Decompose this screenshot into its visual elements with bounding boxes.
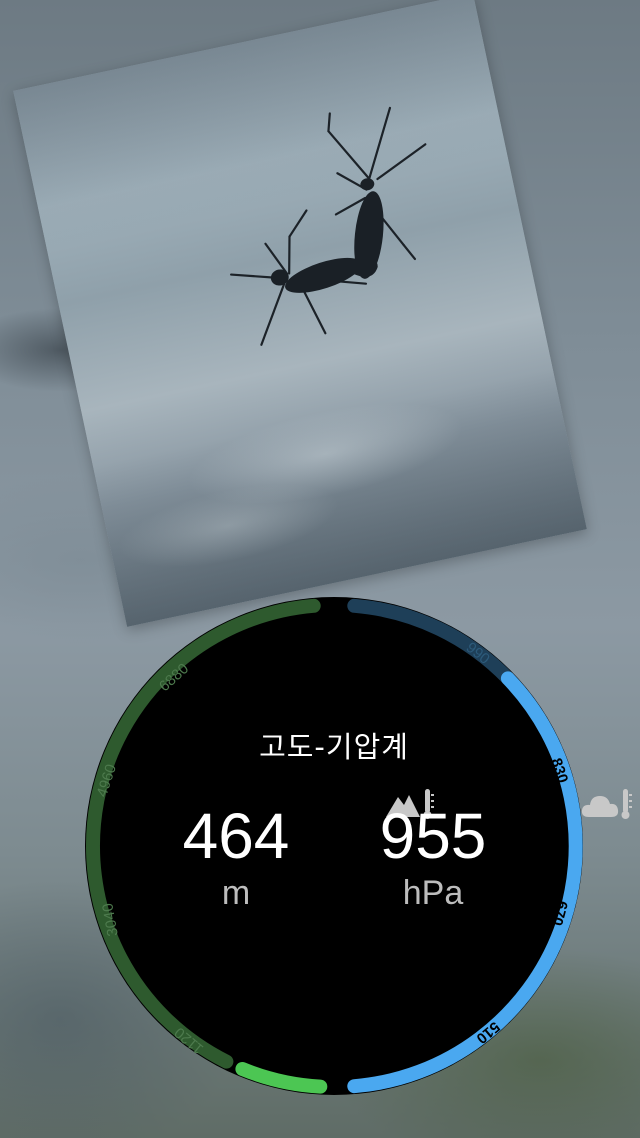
widget-ring: 6880 4960 3040 1120 990 830 670 510 [85,597,583,1095]
insects-image [230,106,427,346]
altitude-reading: 464 m [161,785,434,913]
altimeter-barometer-widget[interactable]: 6880 4960 3040 1120 990 830 670 510 고도-기… [85,597,632,1095]
photo-card[interactable] [13,0,587,627]
pressure-reading: 955 hPa [358,785,632,913]
cloud-thermometer-icon [581,789,632,819]
altitude-unit: m [221,874,251,912]
pressure-unit: hPa [402,874,464,912]
widget-title: 고도-기압계 [259,730,409,764]
